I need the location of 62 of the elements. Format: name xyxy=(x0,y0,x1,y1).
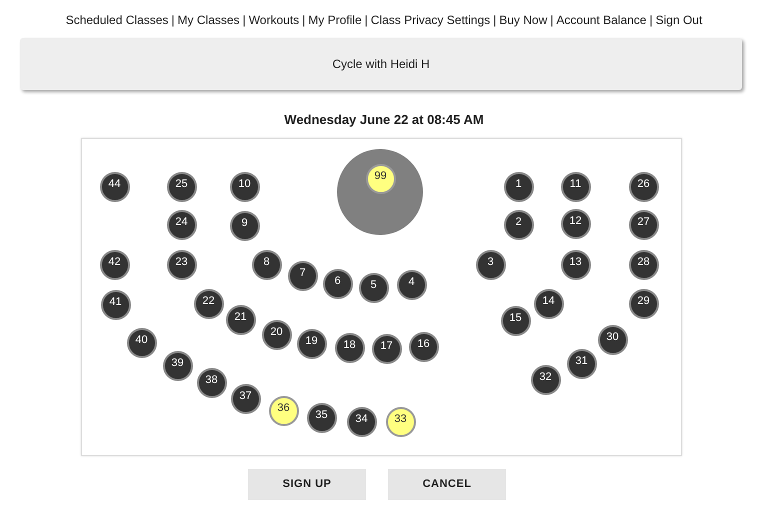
seat[interactable]: 27 xyxy=(628,210,658,240)
nav-link[interactable]: Sign Out xyxy=(656,11,702,29)
seat[interactable]: 44 xyxy=(100,172,130,202)
seat[interactable]: 38 xyxy=(196,368,226,398)
nav-separator: | xyxy=(242,12,246,29)
seat[interactable]: 7 xyxy=(288,260,318,290)
seat[interactable]: 14 xyxy=(534,288,564,318)
seat[interactable]: 28 xyxy=(628,250,658,280)
nav-separator: | xyxy=(649,12,653,29)
seat[interactable]: 23 xyxy=(166,250,196,280)
seat[interactable]: 42 xyxy=(100,250,130,280)
seat[interactable]: 31 xyxy=(566,348,596,378)
nav-link[interactable]: Class Privacy Settings xyxy=(370,11,490,29)
seat[interactable]: 34 xyxy=(346,406,376,436)
seat[interactable]: 21 xyxy=(226,304,256,334)
nav-link[interactable]: Account Balance xyxy=(556,11,646,29)
action-button[interactable]: SIGN UP xyxy=(248,468,366,500)
seat[interactable]: 33 xyxy=(386,406,416,436)
seat[interactable]: 17 xyxy=(372,334,402,364)
seat[interactable]: 22 xyxy=(194,288,224,318)
class-date: Wednesday June 22 at 08:45 AM xyxy=(284,111,484,129)
nav-link[interactable]: My Profile xyxy=(308,11,362,29)
seat[interactable]: 12 xyxy=(560,208,590,238)
nav-link[interactable]: Workouts xyxy=(248,11,300,29)
seat[interactable]: 26 xyxy=(628,172,658,202)
action-button[interactable]: CANCEL xyxy=(388,468,506,500)
seat[interactable]: 20 xyxy=(262,320,292,350)
nav-link[interactable]: My Classes xyxy=(178,11,240,29)
nav-separator: | xyxy=(550,12,554,29)
seat[interactable]: 19 xyxy=(296,328,326,358)
seat[interactable]: 11 xyxy=(560,172,590,202)
nav-separator: | xyxy=(493,12,496,29)
nav-separator: | xyxy=(302,12,306,29)
seat[interactable]: 9 xyxy=(230,210,260,240)
seat[interactable]: 4 xyxy=(396,270,426,300)
seat[interactable]: 37 xyxy=(230,384,260,414)
seat[interactable]: 32 xyxy=(530,364,560,394)
seat[interactable]: 25 xyxy=(166,172,196,202)
seat[interactable]: 10 xyxy=(230,172,260,202)
seat[interactable]: 30 xyxy=(598,324,628,354)
seat[interactable]: 13 xyxy=(560,250,590,280)
seat[interactable]: 40 xyxy=(126,328,156,358)
seat[interactable]: 24 xyxy=(166,210,196,240)
seat[interactable]: 8 xyxy=(252,250,282,280)
seat[interactable]: 16 xyxy=(408,332,438,362)
seat[interactable]: 2 xyxy=(504,210,534,240)
seat[interactable]: 39 xyxy=(162,350,192,380)
seat[interactable]: 15 xyxy=(500,306,530,336)
seat[interactable]: 36 xyxy=(268,396,298,426)
seat[interactable]: 5 xyxy=(358,272,388,302)
seat[interactable]: 18 xyxy=(334,332,364,362)
seat[interactable]: 1 xyxy=(504,172,534,202)
seat[interactable]: 29 xyxy=(628,288,658,318)
seat[interactable]: 3 xyxy=(476,250,506,280)
nav-link[interactable]: Scheduled Classes xyxy=(66,11,168,29)
nav-separator: | xyxy=(171,12,175,29)
nav-separator: | xyxy=(364,12,368,29)
seat[interactable]: 41 xyxy=(100,290,130,320)
nav-link[interactable]: Buy Now xyxy=(499,11,548,29)
class-title: Cycle with Heidi H xyxy=(332,56,430,73)
seat[interactable]: 6 xyxy=(322,268,352,298)
seat[interactable]: 35 xyxy=(306,402,336,432)
